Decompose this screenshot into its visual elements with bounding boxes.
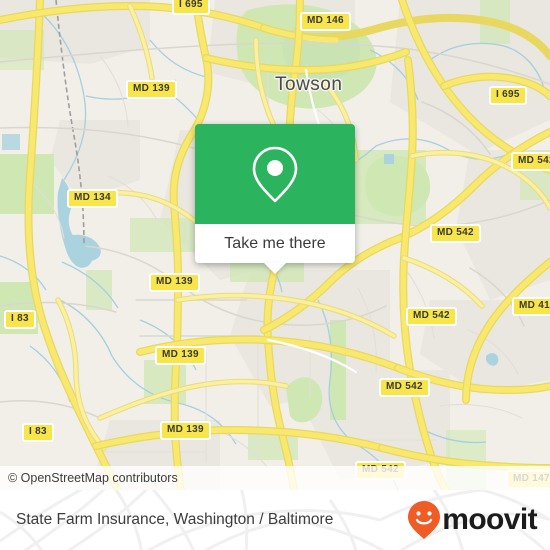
popup-icon-area: [195, 124, 355, 224]
page-title: State Farm Insurance, Washington / Balti…: [16, 511, 334, 528]
road-shield: MD 542: [430, 224, 481, 243]
road-shield: I 83: [4, 310, 36, 329]
footer-bar: State Farm Insurance, Washington / Balti…: [0, 490, 550, 550]
road-shield: MD 139: [149, 273, 200, 292]
take-me-there-label: Take me there: [224, 234, 326, 252]
moovit-map-page: .bg { fill:#f2efe9; } .urban { fill:#eae…: [0, 0, 550, 550]
road-shield: MD 542: [379, 378, 430, 397]
road-shield: MD 542: [406, 307, 457, 326]
road-shield: MD 146: [300, 12, 351, 31]
popup-pointer-arrow: [264, 263, 286, 274]
road-shield: I 695: [172, 0, 210, 15]
road-shield: I 695: [489, 86, 527, 105]
destination-popup-card[interactable]: Take me there: [195, 124, 355, 274]
moovit-smiley-pin-icon: [408, 501, 441, 539]
road-shield: MD 139: [126, 80, 177, 99]
road-shield: MD 542: [511, 152, 550, 171]
road-shield: MD 139: [160, 421, 211, 440]
location-pin-icon: [252, 146, 298, 203]
road-shield: MD 134: [67, 189, 118, 208]
moovit-wordmark: moovit: [442, 503, 537, 536]
place-label-towson: Towson: [275, 74, 343, 95]
openstreetmap-attribution[interactable]: © OpenStreetMap contributors: [0, 471, 178, 485]
road-shield: I 83: [22, 423, 54, 442]
road-shield: MD 139: [155, 346, 206, 365]
map-canvas[interactable]: .bg { fill:#f2efe9; } .urban { fill:#eae…: [0, 0, 550, 490]
moovit-brand-logo[interactable]: moovit: [407, 500, 550, 540]
map-attribution-bar: © OpenStreetMap contributors: [0, 466, 550, 490]
popup-action-area[interactable]: Take me there: [195, 224, 355, 263]
road-shield: MD 41: [512, 297, 550, 316]
